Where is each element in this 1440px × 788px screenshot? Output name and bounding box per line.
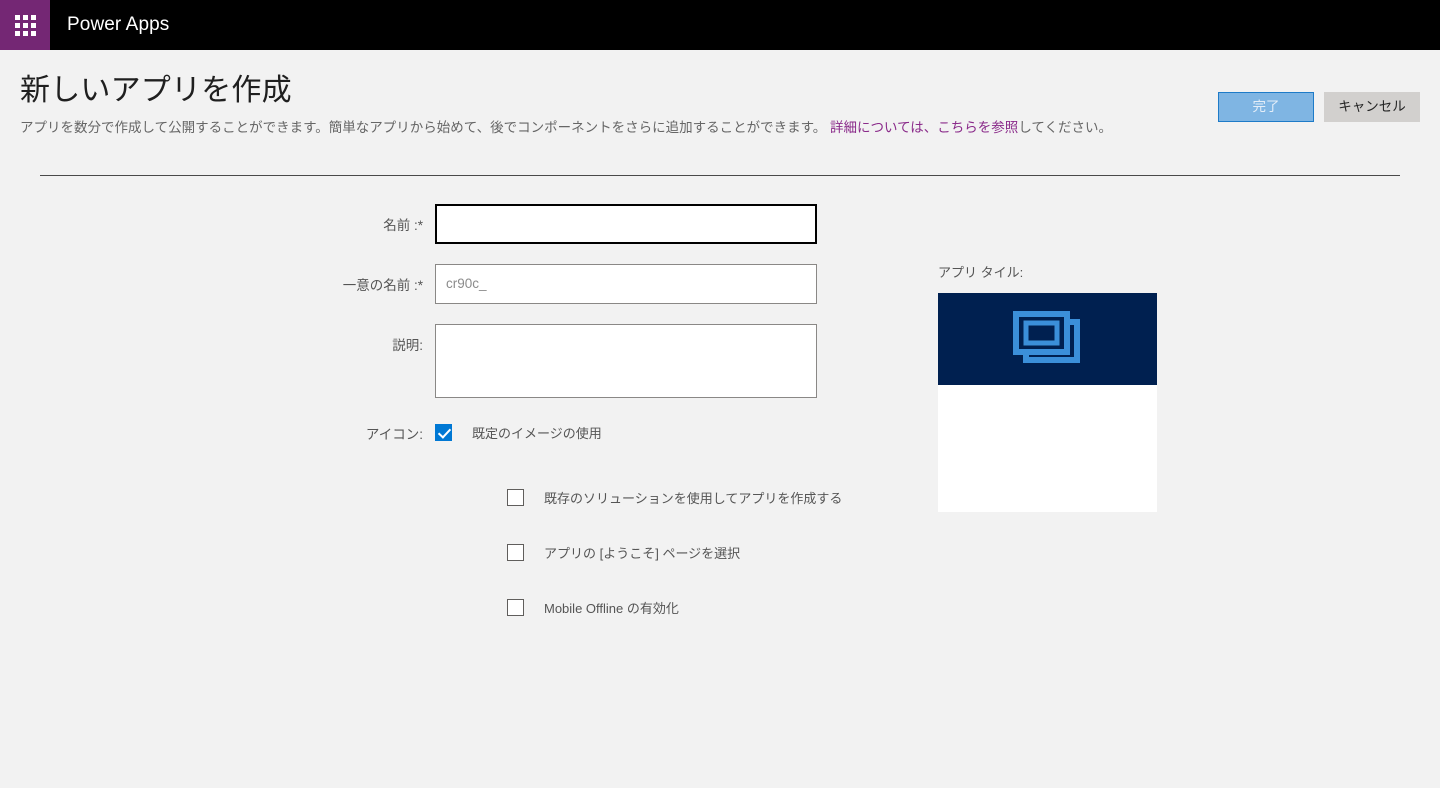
unique-name-field-row: 一意の名前 :* [0, 263, 1440, 304]
page-description-text-2: してください。 [1018, 119, 1113, 135]
app-tile-caption: アプリ タイル: [938, 264, 1024, 280]
use-default-image-label[interactable]: 既定のイメージの使用 [472, 423, 602, 442]
suite-header-bar: Power Apps [0, 0, 1440, 50]
page-header: 新しいアプリを作成 アプリを数分で作成して公開することができます。簡単なアプリか… [0, 50, 1440, 176]
stacked-windows-icon [1012, 310, 1080, 363]
use-existing-solution-label[interactable]: 既存のソリューションを使用してアプリを作成する [544, 488, 842, 507]
use-default-image-checkbox[interactable] [435, 424, 452, 442]
name-field-label: 名前 :* [383, 217, 423, 233]
option-row-welcome-page: アプリの [ようこそ] ページを選択 [507, 543, 1440, 562]
done-button[interactable]: 完了 [1218, 92, 1314, 122]
app-tile-card [938, 292, 1157, 512]
use-existing-solution-checkbox[interactable] [507, 488, 524, 506]
unique-name-input[interactable] [435, 263, 817, 304]
app-tile-header [938, 292, 1157, 385]
cancel-button[interactable]: キャンセル [1324, 92, 1420, 122]
app-tile-preview-panel: アプリ タイル: [938, 262, 1157, 512]
page-title: 新しいアプリを作成 [20, 74, 292, 107]
enable-mobile-offline-label[interactable]: Mobile Offline の有効化 [544, 598, 679, 617]
header-action-buttons: 完了 キャンセル [1218, 92, 1420, 122]
waffle-grid-icon [14, 14, 36, 36]
option-row-mobile-offline: Mobile Offline の有効化 [507, 598, 1440, 617]
select-welcome-page-label[interactable]: アプリの [ようこそ] ページを選択 [544, 543, 740, 562]
description-field-label: 説明: [392, 337, 423, 353]
description-textarea[interactable] [435, 323, 817, 398]
name-input[interactable] [435, 203, 817, 244]
description-field-container [435, 323, 817, 403]
name-field-row: 名前 :* [0, 203, 1440, 244]
suite-brand-title: Power Apps [67, 14, 170, 35]
unique-name-field-label: 一意の名前 :* [342, 277, 423, 293]
learn-more-link[interactable]: 詳細については、こちらを参照 [830, 120, 1018, 135]
icon-field-container: 既定のイメージの使用 [435, 423, 602, 442]
unique-name-field-container [435, 263, 817, 304]
page-description-text-1: アプリを数分で作成して公開することができます。簡単なアプリから始めて、後でコンポ… [20, 119, 827, 135]
create-app-form: 名前 :* 一意の名前 :* 説明: アイコン: 既定のイメージの使用 既存のソ… [0, 176, 1440, 617]
icon-field-label: アイコン: [365, 426, 423, 442]
app-tile-body [938, 384, 1157, 512]
name-field-container [435, 203, 817, 244]
app-launcher-button[interactable] [0, 0, 50, 50]
page-description: アプリを数分で作成して公開することができます。簡単なアプリから始めて、後でコンポ… [20, 116, 1210, 139]
description-field-row: 説明: [0, 323, 1440, 403]
icon-field-row: アイコン: 既定のイメージの使用 [0, 423, 1440, 443]
select-welcome-page-checkbox[interactable] [507, 543, 524, 561]
enable-mobile-offline-checkbox[interactable] [507, 598, 524, 616]
